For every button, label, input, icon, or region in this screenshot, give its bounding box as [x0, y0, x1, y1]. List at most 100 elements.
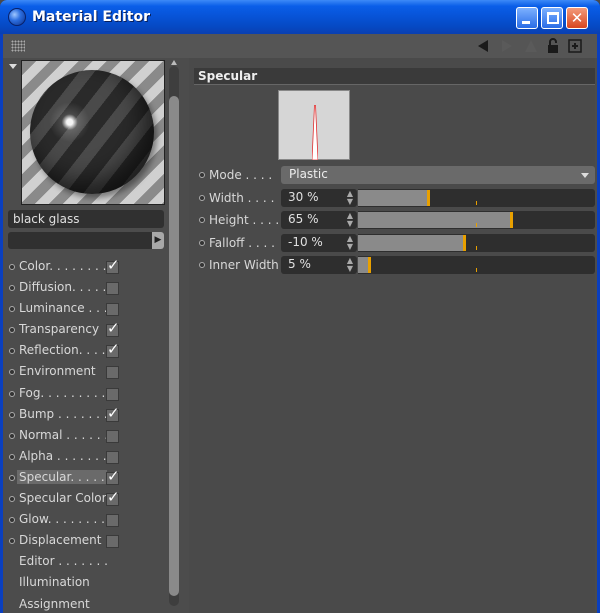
channel-item[interactable]: Editor . . . . . . . [3, 552, 168, 573]
channel-list: Color. . . . . . . . ✓ Diffusion. . . . . L… [3, 256, 168, 613]
parameter-value-field[interactable]: 30 % ▲ ▼ [281, 189, 357, 207]
channel-item[interactable]: Fog. . . . . . . . . [3, 384, 168, 405]
animate-dot-icon[interactable] [9, 285, 15, 292]
spinner-icon[interactable]: ▲ ▼ [347, 212, 353, 228]
channel-checkbox[interactable] [106, 387, 119, 401]
slider-handle[interactable] [368, 256, 371, 273]
channel-item[interactable]: Bump . . . . . . . ✓ [3, 404, 168, 426]
animate-dot-icon[interactable] [9, 390, 15, 397]
parameter-value-field[interactable]: -10 % ▲ ▼ [281, 233, 357, 252]
title-bar[interactable]: Material Editor ✕ [0, 0, 600, 34]
new-window-icon[interactable] [567, 38, 583, 54]
channel-checkbox[interactable] [106, 450, 119, 464]
channel-checkbox[interactable] [106, 535, 119, 549]
slider-default-tick [476, 267, 477, 272]
channel-label: Environment [19, 364, 96, 379]
channel-label: Alpha . . . . . . . [19, 448, 107, 463]
animate-dot-icon[interactable] [9, 538, 15, 545]
up-arrow-icon[interactable] [523, 38, 539, 54]
animate-dot-icon[interactable] [9, 496, 15, 503]
animate-dot-icon[interactable] [9, 369, 15, 376]
minimize-button[interactable] [516, 7, 538, 29]
animate-dot-icon[interactable] [199, 195, 205, 201]
animate-dot-icon[interactable] [9, 453, 15, 460]
editor-client-area: black glass ▶ Color. . . . . . . . ✓ Diffu… [3, 34, 597, 613]
channel-item[interactable]: Displacement [3, 531, 168, 552]
channel-item[interactable]: Illumination [3, 573, 168, 594]
channel-item[interactable]: Color. . . . . . . . ✓ [3, 256, 168, 278]
channel-item[interactable]: Diffusion. . . . . [3, 278, 168, 299]
maximize-button[interactable] [541, 7, 563, 29]
animate-dot-icon[interactable] [9, 264, 15, 270]
parameter-slider[interactable] [358, 233, 595, 252]
slider-handle[interactable] [427, 190, 430, 206]
slider-handle[interactable] [510, 212, 513, 229]
animate-dot-icon[interactable] [9, 411, 15, 418]
channel-item[interactable]: Glow. . . . . . . . [3, 510, 168, 531]
scroll-up-icon[interactable] [171, 60, 177, 65]
parameter-slider[interactable] [358, 189, 595, 207]
channel-item[interactable]: Normal . . . . . . [3, 426, 168, 447]
animate-dot-icon[interactable] [199, 172, 205, 178]
scrollbar-thumb[interactable] [169, 96, 179, 596]
channel-label: Specular. . . . . [17, 469, 107, 484]
material-editor-window: Material Editor ✕ black glass ▶ Color. .… [0, 0, 600, 613]
animate-dot-icon[interactable] [9, 348, 15, 355]
lock-icon[interactable] [545, 38, 561, 54]
parameter-row: Falloff . . . . -10 % ▲ ▼ [199, 233, 595, 252]
animate-dot-icon[interactable] [9, 517, 15, 524]
parameter-label: Falloff . . . . [209, 235, 275, 250]
channel-scrollbar[interactable] [169, 66, 179, 606]
channel-checkbox[interactable] [106, 303, 119, 317]
parameter-value-field[interactable]: 65 % ▲ ▼ [281, 211, 357, 230]
channel-label: Luminance . . . [19, 301, 108, 316]
maximize-icon [547, 12, 559, 24]
spinner-icon[interactable]: ▲ ▼ [347, 256, 353, 273]
channel-item[interactable]: Specular. . . . . ✓ [3, 467, 168, 489]
chevron-right-icon[interactable]: ▶ [152, 232, 164, 249]
parameter-slider[interactable] [358, 255, 595, 274]
slider-default-tick [476, 223, 477, 228]
material-preview[interactable] [21, 60, 165, 205]
preview-slider[interactable]: ▶ [8, 232, 164, 249]
channel-label: Normal . . . . . . [19, 427, 109, 442]
channel-checkbox[interactable] [106, 366, 119, 380]
animate-dot-icon[interactable] [199, 217, 205, 224]
spinner-icon[interactable]: ▲ ▼ [347, 190, 353, 206]
back-arrow-icon[interactable] [475, 38, 491, 54]
channel-checkbox[interactable] [106, 514, 119, 528]
animate-dot-icon[interactable] [199, 261, 205, 268]
mode-row: Mode . . . . Plastic [199, 166, 595, 184]
material-panel: black glass ▶ Color. . . . . . . . ✓ Diffu… [3, 58, 183, 613]
channel-item[interactable]: Reflection. . . . ✓ [3, 340, 168, 362]
slider-handle[interactable] [463, 234, 466, 251]
animate-dot-icon[interactable] [9, 306, 15, 313]
channel-item[interactable]: Environment [3, 362, 168, 383]
channel-checkbox[interactable] [106, 282, 119, 296]
grip-icon[interactable] [11, 40, 25, 52]
spinner-icon[interactable]: ▲ ▼ [347, 234, 353, 251]
channel-item[interactable]: Specular Color ✓ [3, 488, 168, 510]
channel-item[interactable]: Alpha . . . . . . . [3, 447, 168, 468]
animate-dot-icon[interactable] [9, 474, 15, 481]
channel-item[interactable]: Assignment [3, 595, 168, 613]
channel-item[interactable]: Transparency ✓ [3, 319, 168, 341]
parameter-label: Width . . . . [209, 191, 275, 205]
minimize-icon [522, 21, 530, 24]
material-name-field[interactable]: black glass [8, 210, 164, 228]
animate-dot-icon[interactable] [9, 327, 15, 334]
close-button[interactable]: ✕ [566, 7, 588, 29]
mode-value: Plastic [289, 167, 328, 181]
specular-peak [312, 105, 318, 160]
parameter-value-field[interactable]: 5 % ▲ ▼ [281, 255, 357, 274]
animate-dot-icon[interactable] [9, 432, 15, 439]
panel-menu-icon[interactable] [9, 64, 17, 69]
forward-arrow-icon[interactable] [499, 38, 515, 54]
parameter-slider[interactable] [358, 211, 595, 230]
parameter-label: Inner Width [209, 257, 279, 272]
channel-label: Transparency [19, 322, 100, 337]
mode-select[interactable]: Plastic [281, 166, 595, 184]
channel-item[interactable]: Luminance . . . [3, 299, 168, 320]
animate-dot-icon[interactable] [199, 239, 205, 246]
channel-checkbox[interactable] [106, 429, 119, 443]
